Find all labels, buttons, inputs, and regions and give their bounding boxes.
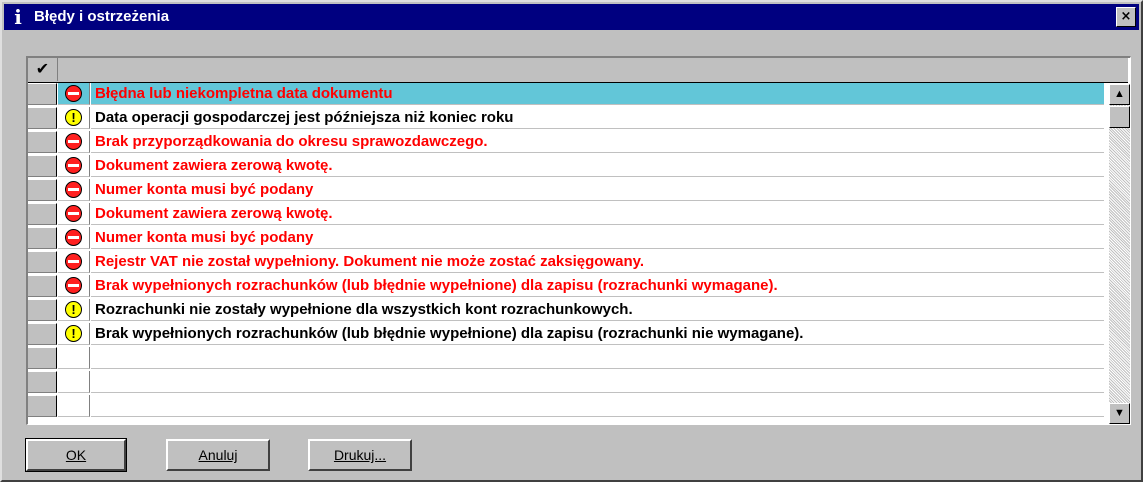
message-row[interactable]: ! Rozrachunki nie zostały wypełnione dla … — [28, 299, 1104, 321]
row-icon-cell — [58, 371, 90, 393]
message-text: Rozrachunki nie zostały wypełnione dla w… — [91, 299, 1104, 321]
row-icon-cell — [58, 203, 90, 225]
message-row[interactable] — [28, 371, 1104, 393]
error-icon — [65, 277, 82, 294]
close-button[interactable]: × — [1116, 7, 1136, 27]
message-text: Data operacji gospodarczej jest późniejs… — [91, 107, 1104, 129]
message-row[interactable]: Brak wypełnionych rozrachunków (lub błęd… — [28, 275, 1104, 297]
row-icon-cell — [58, 155, 90, 177]
row-icon-cell — [58, 131, 90, 153]
row-icon-cell: ! — [58, 323, 90, 345]
message-row[interactable] — [28, 395, 1104, 417]
row-selector[interactable] — [28, 155, 57, 177]
message-row[interactable]: ! Brak wypełnionych rozrachunków (lub błę… — [28, 323, 1104, 345]
error-icon — [65, 133, 82, 150]
message-row[interactable]: Rejestr VAT nie został wypełniony. Dokum… — [28, 251, 1104, 273]
row-icon-cell — [58, 395, 90, 417]
window-title: Błędy i ostrzeżenia — [34, 8, 170, 25]
title-bar[interactable]: i Błędy i ostrzeżenia × — [4, 4, 1139, 30]
message-text: Brak przyporządkowania do okresu sprawoz… — [91, 131, 1104, 153]
check-icon[interactable]: ✔ — [28, 58, 58, 81]
message-text: Numer konta musi być podany — [91, 227, 1104, 249]
row-selector[interactable] — [28, 299, 57, 321]
row-selector[interactable] — [28, 227, 57, 249]
scroll-thumb[interactable] — [1109, 106, 1130, 128]
row-icon-cell — [58, 275, 90, 297]
row-icon-cell — [58, 83, 90, 105]
error-icon — [65, 229, 82, 246]
message-text: Numer konta musi być podany — [91, 179, 1104, 201]
print-button-label: Drukuj... — [333, 447, 387, 463]
grid-header: ✔ — [28, 58, 1128, 83]
message-text — [91, 395, 1104, 417]
row-selector[interactable] — [28, 251, 57, 273]
row-selector[interactable] — [28, 107, 57, 129]
message-text: Brak wypełnionych rozrachunków (lub błęd… — [91, 275, 1104, 297]
row-selector[interactable] — [28, 323, 57, 345]
row-icon-cell: ! — [58, 299, 90, 321]
row-selector[interactable] — [28, 395, 57, 417]
grid-header-column — [58, 58, 1128, 81]
message-text: Dokument zawiera zerową kwotę. — [91, 203, 1104, 225]
warning-icon: ! — [65, 325, 82, 342]
row-selector[interactable] — [28, 371, 57, 393]
ok-button[interactable]: OK — [25, 438, 127, 472]
row-icon-cell — [58, 179, 90, 201]
message-row[interactable]: Dokument zawiera zerową kwotę. — [28, 203, 1104, 225]
message-row[interactable] — [28, 347, 1104, 369]
message-row[interactable]: Numer konta musi być podany — [28, 179, 1104, 201]
message-row[interactable]: Błędna lub niekompletna data dokumentu — [28, 83, 1104, 105]
error-icon — [65, 157, 82, 174]
error-icon — [65, 181, 82, 198]
row-icon-cell: ! — [58, 107, 90, 129]
error-icon — [65, 85, 82, 102]
message-text: Dokument zawiera zerową kwotę. — [91, 155, 1104, 177]
row-icon-cell — [58, 347, 90, 369]
messages-grid[interactable]: ✔ Błędna lub niekompletna data dokumentu… — [26, 56, 1131, 425]
ok-button-label: OK — [65, 447, 87, 463]
message-text: Rejestr VAT nie został wypełniony. Dokum… — [91, 251, 1104, 273]
warning-icon: ! — [65, 301, 82, 318]
row-selector[interactable] — [28, 179, 57, 201]
message-text: Brak wypełnionych rozrachunków (lub błęd… — [91, 323, 1104, 345]
row-icon-cell — [58, 251, 90, 273]
message-text — [91, 347, 1104, 369]
scroll-up-button[interactable]: ▲ — [1109, 84, 1130, 105]
message-text: Błędna lub niekompletna data dokumentu — [91, 83, 1104, 105]
row-selector[interactable] — [28, 275, 57, 297]
error-icon — [65, 253, 82, 270]
cancel-button-label: Anuluj — [198, 447, 238, 463]
vertical-scrollbar[interactable]: ▲ ▼ — [1109, 84, 1130, 424]
scroll-down-button[interactable]: ▼ — [1109, 403, 1130, 424]
dialog-window: i Błędy i ostrzeżenia × ✔ Błędna lub nie… — [0, 0, 1143, 482]
print-button[interactable]: Drukuj... — [308, 439, 412, 471]
row-selector[interactable] — [28, 83, 57, 105]
row-selector[interactable] — [28, 203, 57, 225]
message-text — [91, 371, 1104, 393]
message-row[interactable]: Dokument zawiera zerową kwotę. — [28, 155, 1104, 177]
row-icon-cell — [58, 227, 90, 249]
warning-icon: ! — [65, 109, 82, 126]
error-icon — [65, 205, 82, 222]
message-row[interactable]: ! Data operacji gospodarczej jest później… — [28, 107, 1104, 129]
info-icon: i — [14, 5, 22, 29]
message-row[interactable]: Numer konta musi być podany — [28, 227, 1104, 249]
row-selector[interactable] — [28, 347, 57, 369]
message-row[interactable]: Brak przyporządkowania do okresu sprawoz… — [28, 131, 1104, 153]
row-selector[interactable] — [28, 131, 57, 153]
cancel-button[interactable]: Anuluj — [166, 439, 270, 471]
